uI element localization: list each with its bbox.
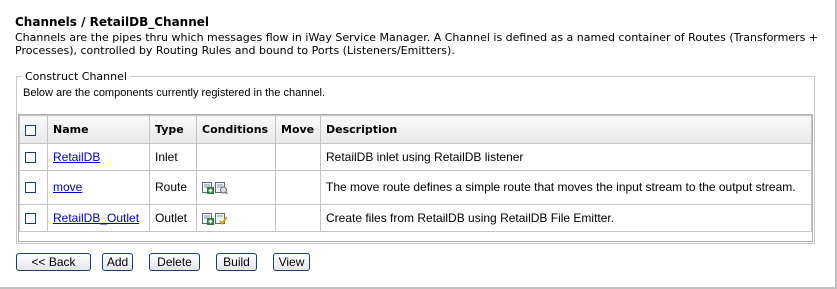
row-checkbox[interactable] bbox=[25, 213, 36, 225]
build-button[interactable]: Build bbox=[216, 253, 257, 271]
component-name-cell: RetailDB bbox=[47, 143, 150, 171]
conditions-cell bbox=[196, 204, 276, 232]
column-header-type[interactable]: Type bbox=[149, 115, 197, 144]
component-type: Inlet bbox=[149, 143, 197, 171]
view-button[interactable]: View bbox=[273, 253, 310, 271]
column-header-name[interactable]: Name bbox=[47, 115, 150, 144]
edit-condition-icon[interactable] bbox=[215, 212, 228, 226]
component-link-move[interactable]: move bbox=[53, 180, 82, 194]
component-description: The move route defines a simple route th… bbox=[320, 170, 812, 205]
add-condition-icon[interactable] bbox=[202, 212, 215, 226]
move-cell bbox=[275, 170, 321, 205]
page-description: Channels are the pipes thru which messag… bbox=[15, 31, 819, 57]
fieldset-intro: Below are the components currently regis… bbox=[23, 87, 326, 99]
back-button[interactable]: << Back bbox=[16, 253, 91, 271]
column-header-move[interactable]: Move bbox=[275, 115, 321, 144]
select-all-cell bbox=[19, 115, 48, 144]
select-all-checkbox[interactable] bbox=[25, 124, 36, 136]
add-button[interactable]: Add bbox=[102, 253, 133, 271]
component-description: RetailDB inlet using RetailDB listener bbox=[320, 143, 812, 171]
row-checkbox[interactable] bbox=[25, 182, 36, 194]
move-cell bbox=[275, 204, 321, 232]
row-select-cell bbox=[19, 204, 48, 232]
fieldset-legend: Construct Channel bbox=[22, 70, 130, 83]
component-type: Outlet bbox=[149, 204, 197, 232]
table-row: RetailDB_Outlet Outlet Create files from… bbox=[19, 204, 812, 232]
row-select-cell bbox=[19, 170, 48, 205]
row-select-cell bbox=[19, 143, 48, 171]
row-checkbox[interactable] bbox=[25, 152, 36, 164]
table-row: move Route The move route defines a simp… bbox=[19, 170, 812, 205]
conditions-cell bbox=[196, 170, 276, 205]
move-cell bbox=[275, 143, 321, 171]
add-condition-icon[interactable] bbox=[202, 181, 215, 195]
conditions-cell bbox=[196, 143, 276, 171]
table-header-row: Name Type Conditions Move Description bbox=[19, 115, 812, 144]
components-table: Name Type Conditions Move Description Re… bbox=[18, 114, 813, 242]
component-description: Create files from RetailDB using RetailD… bbox=[320, 204, 812, 232]
column-header-description[interactable]: Description bbox=[320, 115, 812, 144]
delete-button[interactable]: Delete bbox=[149, 253, 200, 271]
component-type: Route bbox=[149, 170, 197, 205]
view-condition-icon[interactable] bbox=[215, 181, 228, 195]
column-header-conditions[interactable]: Conditions bbox=[196, 115, 276, 144]
component-name-cell: move bbox=[47, 170, 150, 205]
component-name-cell: RetailDB_Outlet bbox=[47, 204, 150, 232]
component-link-retaildb-outlet[interactable]: RetailDB_Outlet bbox=[53, 211, 139, 225]
component-link-retaildb[interactable]: RetailDB bbox=[53, 150, 100, 164]
page-title: Channels / RetailDB_Channel bbox=[15, 15, 209, 29]
table-row: RetailDB Inlet RetailDB inlet using Reta… bbox=[19, 143, 812, 171]
